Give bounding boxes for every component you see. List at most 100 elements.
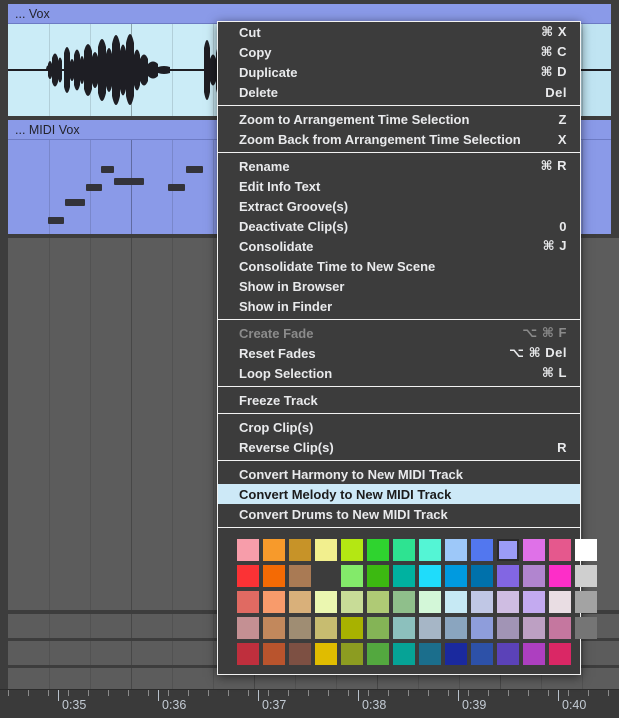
menu-item-duplicate[interactable]: Duplicate ⌘ D bbox=[218, 62, 580, 82]
menu-item-zoom-to-arrangement-time-selection[interactable]: Zoom to Arrangement Time Selection Z bbox=[218, 109, 580, 129]
timeline-ruler[interactable]: 0:35 0:36 0:37 0:38 0:39 0:40 bbox=[0, 689, 619, 718]
color-swatch[interactable] bbox=[341, 643, 363, 665]
color-swatch[interactable] bbox=[419, 591, 441, 613]
color-swatch[interactable] bbox=[289, 539, 311, 561]
color-swatch[interactable] bbox=[367, 565, 389, 587]
midi-note[interactable] bbox=[186, 166, 203, 173]
color-swatch[interactable] bbox=[315, 617, 337, 639]
color-swatch[interactable] bbox=[523, 617, 545, 639]
menu-item-consolidate-time-to-new-scene[interactable]: Consolidate Time to New Scene bbox=[218, 256, 580, 276]
midi-note[interactable] bbox=[48, 217, 64, 224]
color-swatch[interactable] bbox=[419, 617, 441, 639]
menu-item-loop-selection[interactable]: Loop Selection ⌘ L bbox=[218, 363, 580, 383]
color-swatch[interactable] bbox=[263, 643, 285, 665]
color-swatch[interactable] bbox=[497, 643, 519, 665]
color-swatch[interactable] bbox=[393, 539, 415, 561]
color-swatch[interactable] bbox=[575, 591, 597, 613]
color-swatch[interactable] bbox=[263, 539, 285, 561]
color-swatch[interactable] bbox=[315, 539, 337, 561]
color-swatch[interactable] bbox=[393, 643, 415, 665]
color-swatch[interactable] bbox=[393, 591, 415, 613]
color-swatch[interactable] bbox=[237, 591, 259, 613]
color-swatch[interactable] bbox=[445, 643, 467, 665]
clip-color-palette[interactable] bbox=[218, 531, 597, 674]
menu-item-show-in-browser[interactable]: Show in Browser bbox=[218, 276, 580, 296]
color-swatch[interactable] bbox=[497, 565, 519, 587]
color-swatch[interactable] bbox=[341, 539, 363, 561]
midi-note[interactable] bbox=[101, 166, 114, 173]
color-swatch[interactable] bbox=[237, 539, 259, 561]
menu-item-consolidate[interactable]: Consolidate ⌘ J bbox=[218, 236, 580, 256]
menu-item-delete[interactable]: Delete Del bbox=[218, 82, 580, 102]
menu-item-rename[interactable]: Rename ⌘ R bbox=[218, 156, 580, 176]
color-swatch[interactable] bbox=[549, 565, 571, 587]
color-swatch[interactable] bbox=[549, 591, 571, 613]
color-swatch[interactable] bbox=[419, 643, 441, 665]
color-swatch[interactable] bbox=[471, 643, 493, 665]
color-swatch[interactable] bbox=[367, 591, 389, 613]
menu-item-cut[interactable]: Cut ⌘ X bbox=[218, 22, 580, 42]
color-swatch[interactable] bbox=[497, 617, 519, 639]
color-swatch[interactable] bbox=[237, 565, 259, 587]
color-swatch[interactable] bbox=[549, 539, 571, 561]
color-swatch[interactable] bbox=[497, 591, 519, 613]
color-swatch[interactable] bbox=[315, 591, 337, 613]
color-swatch[interactable] bbox=[289, 565, 311, 587]
menu-item-reset-fades[interactable]: Reset Fades ⌥ ⌘ Del bbox=[218, 343, 580, 363]
color-swatch[interactable] bbox=[263, 591, 285, 613]
menu-item-show-in-finder[interactable]: Show in Finder bbox=[218, 296, 580, 316]
color-swatch[interactable] bbox=[289, 591, 311, 613]
color-swatch[interactable] bbox=[289, 643, 311, 665]
menu-item-edit-info-text[interactable]: Edit Info Text bbox=[218, 176, 580, 196]
color-swatch[interactable] bbox=[341, 617, 363, 639]
color-swatch[interactable] bbox=[341, 565, 363, 587]
menu-item-deactivate-clip-s[interactable]: Deactivate Clip(s) 0 bbox=[218, 216, 580, 236]
midi-note[interactable] bbox=[168, 184, 185, 191]
color-swatch[interactable] bbox=[575, 539, 597, 561]
menu-item-convert-harmony-to-new-midi-track[interactable]: Convert Harmony to New MIDI Track bbox=[218, 464, 580, 484]
color-swatch[interactable] bbox=[523, 565, 545, 587]
color-swatch[interactable] bbox=[445, 617, 467, 639]
menu-item-convert-drums-to-new-midi-track[interactable]: Convert Drums to New MIDI Track bbox=[218, 504, 580, 524]
color-swatch[interactable] bbox=[471, 565, 493, 587]
color-swatch[interactable] bbox=[341, 591, 363, 613]
color-swatch[interactable] bbox=[549, 617, 571, 639]
color-swatch[interactable] bbox=[393, 565, 415, 587]
color-swatch[interactable] bbox=[445, 591, 467, 613]
color-swatch[interactable] bbox=[445, 539, 467, 561]
clip-context-menu[interactable]: Cut ⌘ X Copy ⌘ C Duplicate ⌘ D Delete Del Zoom t… bbox=[217, 21, 597, 675]
menu-item-extract-groove-s[interactable]: Extract Groove(s) bbox=[218, 196, 580, 216]
color-swatch[interactable] bbox=[315, 643, 337, 665]
menu-item-crop-clip-s[interactable]: Crop Clip(s) bbox=[218, 417, 580, 437]
color-swatch[interactable] bbox=[549, 643, 571, 665]
menu-item-copy[interactable]: Copy ⌘ C bbox=[218, 42, 580, 62]
midi-note[interactable] bbox=[114, 178, 144, 185]
color-swatch[interactable] bbox=[237, 643, 259, 665]
menu-item-zoom-back-from-arrangement-time-selection[interactable]: Zoom Back from Arrangement Time Selectio… bbox=[218, 129, 580, 149]
color-swatch[interactable] bbox=[367, 617, 389, 639]
menu-item-reverse-clip-s[interactable]: Reverse Clip(s) R bbox=[218, 437, 580, 457]
color-swatch[interactable] bbox=[471, 617, 493, 639]
color-swatch[interactable] bbox=[523, 539, 545, 561]
midi-note[interactable] bbox=[86, 184, 102, 191]
color-swatch[interactable] bbox=[575, 617, 597, 639]
color-swatch[interactable] bbox=[237, 617, 259, 639]
color-swatch[interactable] bbox=[289, 617, 311, 639]
menu-item-convert-melody-to-new-midi-track[interactable]: Convert Melody to New MIDI Track bbox=[218, 484, 580, 504]
color-swatch[interactable] bbox=[263, 565, 285, 587]
menu-item-freeze-track[interactable]: Freeze Track bbox=[218, 390, 580, 410]
color-swatch[interactable] bbox=[523, 643, 545, 665]
color-swatch[interactable] bbox=[471, 591, 493, 613]
color-swatch[interactable] bbox=[419, 539, 441, 561]
color-swatch[interactable] bbox=[393, 617, 415, 639]
color-swatch[interactable] bbox=[367, 539, 389, 561]
color-swatch[interactable] bbox=[575, 565, 597, 587]
midi-note[interactable] bbox=[65, 199, 85, 206]
color-swatch[interactable] bbox=[263, 617, 285, 639]
color-swatch[interactable] bbox=[523, 591, 545, 613]
color-swatch[interactable] bbox=[419, 565, 441, 587]
color-swatch[interactable] bbox=[367, 643, 389, 665]
color-swatch[interactable] bbox=[445, 565, 467, 587]
color-swatch[interactable] bbox=[471, 539, 493, 561]
color-swatch[interactable] bbox=[497, 539, 519, 561]
